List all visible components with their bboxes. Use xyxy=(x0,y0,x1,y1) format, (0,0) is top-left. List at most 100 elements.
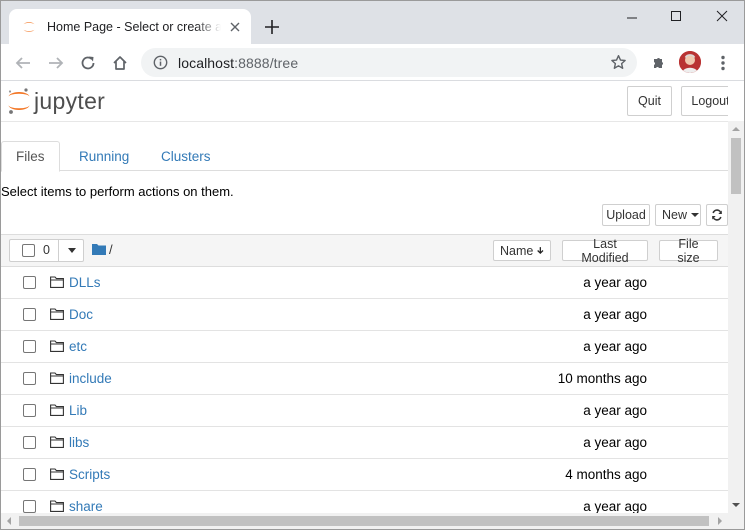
tab-clusters[interactable]: Clusters xyxy=(147,141,225,172)
row-checkbox[interactable] xyxy=(23,340,36,353)
file-name-link[interactable]: DLLs xyxy=(69,275,101,290)
table-row[interactable]: etc a year ago xyxy=(1,331,728,363)
tab-running[interactable]: Running xyxy=(65,141,143,172)
folder-outline-icon xyxy=(50,308,64,320)
row-checkbox[interactable] xyxy=(23,500,36,513)
select-all-group: 0 xyxy=(9,239,84,262)
row-checkbox[interactable] xyxy=(23,468,36,481)
selected-count: 0 xyxy=(43,243,50,257)
url-text: localhost:8888/tree xyxy=(178,55,298,71)
logout-button[interactable]: Logout xyxy=(681,86,728,116)
table-row[interactable]: share a year ago xyxy=(1,491,728,513)
scroll-right-icon[interactable] xyxy=(718,517,722,525)
current-path[interactable]: / xyxy=(109,242,113,257)
last-modified: a year ago xyxy=(583,339,647,354)
back-arrow-icon[interactable] xyxy=(12,52,34,74)
folder-outline-icon xyxy=(50,468,64,480)
table-row[interactable]: Doc a year ago xyxy=(1,299,728,331)
vertical-scrollbar[interactable] xyxy=(728,121,744,513)
table-row[interactable]: include 10 months ago xyxy=(1,363,728,395)
table-row[interactable]: Scripts 4 months ago xyxy=(1,459,728,491)
logo-text: jupyter xyxy=(34,87,106,114)
row-checkbox[interactable] xyxy=(23,404,36,417)
table-row[interactable]: libs a year ago xyxy=(1,427,728,459)
row-checkbox[interactable] xyxy=(23,308,36,321)
file-name-link[interactable]: etc xyxy=(69,339,87,354)
row-checkbox[interactable] xyxy=(23,372,36,385)
select-all-checkbox[interactable] xyxy=(22,244,35,257)
sort-modified-button[interactable]: Last Modified xyxy=(562,237,648,265)
tab-running-label: Running xyxy=(79,149,130,164)
close-window-icon[interactable] xyxy=(710,7,734,25)
last-modified: a year ago xyxy=(583,435,647,450)
home-icon[interactable] xyxy=(109,52,131,74)
tab-strip: Home Page - Select or create a n xyxy=(1,1,744,44)
address-bar[interactable]: localhost:8888/tree xyxy=(141,48,637,77)
more-menu-icon[interactable] xyxy=(712,52,734,74)
refresh-icon xyxy=(712,209,722,221)
sort-size-button[interactable]: File size xyxy=(659,237,718,265)
arrow-down-icon xyxy=(537,247,544,255)
browser-tab[interactable]: Home Page - Select or create a n xyxy=(9,9,251,44)
last-modified: a year ago xyxy=(583,307,647,322)
folder-outline-icon xyxy=(50,276,64,288)
file-list-header: 0 / Name Last Modified File size xyxy=(1,234,728,267)
select-dropdown-toggle[interactable] xyxy=(58,240,84,261)
file-name-link[interactable]: Lib xyxy=(69,403,87,418)
scroll-down-icon[interactable] xyxy=(732,503,740,507)
row-checkbox[interactable] xyxy=(23,436,36,449)
tab-files-label: Files xyxy=(16,149,45,164)
forward-arrow-icon[interactable] xyxy=(45,52,67,74)
new-dropdown-button[interactable]: New xyxy=(655,204,701,226)
tab-clusters-label: Clusters xyxy=(161,149,211,164)
name-sort-label: Name xyxy=(500,243,534,258)
file-name-link[interactable]: share xyxy=(69,499,103,513)
sort-name-button[interactable]: Name xyxy=(493,240,551,261)
jupyter-logo-icon xyxy=(8,88,30,114)
last-modified: a year ago xyxy=(583,499,647,513)
folder-outline-icon xyxy=(50,436,64,448)
scroll-up-icon[interactable] xyxy=(732,127,740,131)
file-name-link[interactable]: Scripts xyxy=(69,467,110,482)
upload-button[interactable]: Upload xyxy=(602,204,650,226)
table-row[interactable]: DLLs a year ago xyxy=(1,267,728,299)
row-checkbox[interactable] xyxy=(23,276,36,289)
bookmark-star-icon[interactable] xyxy=(610,54,627,71)
profile-avatar[interactable] xyxy=(679,51,701,73)
scroll-left-icon[interactable] xyxy=(7,517,11,525)
new-label: New xyxy=(662,208,688,222)
tab-files[interactable]: Files xyxy=(1,141,60,172)
horizontal-scroll-thumb[interactable] xyxy=(19,516,709,526)
close-tab-icon[interactable] xyxy=(227,19,243,35)
last-modified: a year ago xyxy=(583,275,647,290)
minimize-icon[interactable] xyxy=(620,7,644,25)
maximize-icon[interactable] xyxy=(664,7,688,25)
table-row[interactable]: Lib a year ago xyxy=(1,395,728,427)
info-icon[interactable] xyxy=(153,55,168,70)
refresh-button[interactable] xyxy=(706,204,728,226)
reload-icon[interactable] xyxy=(77,52,99,74)
file-list: DLLs a year ago Doc a year ago etc a year ago… xyxy=(1,267,728,513)
last-modified: 10 months ago xyxy=(557,371,647,386)
vertical-scroll-thumb[interactable] xyxy=(731,138,741,194)
jupyter-logo[interactable]: jupyter xyxy=(7,87,105,115)
nav-tabs: Files Running Clusters xyxy=(1,141,728,172)
folder-outline-icon xyxy=(50,372,64,384)
tab-title: Home Page - Select or create a n xyxy=(47,19,221,34)
folder-icon[interactable] xyxy=(92,243,106,255)
quit-button[interactable]: Quit xyxy=(627,86,672,116)
new-tab-icon[interactable] xyxy=(262,17,282,37)
browser-toolbar: localhost:8888/tree xyxy=(1,44,744,81)
folder-outline-icon xyxy=(50,500,64,512)
file-name-link[interactable]: include xyxy=(69,371,112,386)
last-modified: 4 months ago xyxy=(565,467,647,482)
folder-outline-icon xyxy=(50,340,64,352)
caret-down-icon xyxy=(68,248,76,253)
folder-outline-icon xyxy=(50,404,64,416)
file-name-link[interactable]: Doc xyxy=(69,307,93,322)
jupyter-header: jupyter Quit Logout xyxy=(1,81,728,122)
browser-window: Home Page - Select or create a n localho… xyxy=(0,0,745,530)
file-name-link[interactable]: libs xyxy=(69,435,89,450)
horizontal-scrollbar[interactable] xyxy=(1,513,744,529)
extensions-puzzle-icon[interactable] xyxy=(648,52,670,74)
